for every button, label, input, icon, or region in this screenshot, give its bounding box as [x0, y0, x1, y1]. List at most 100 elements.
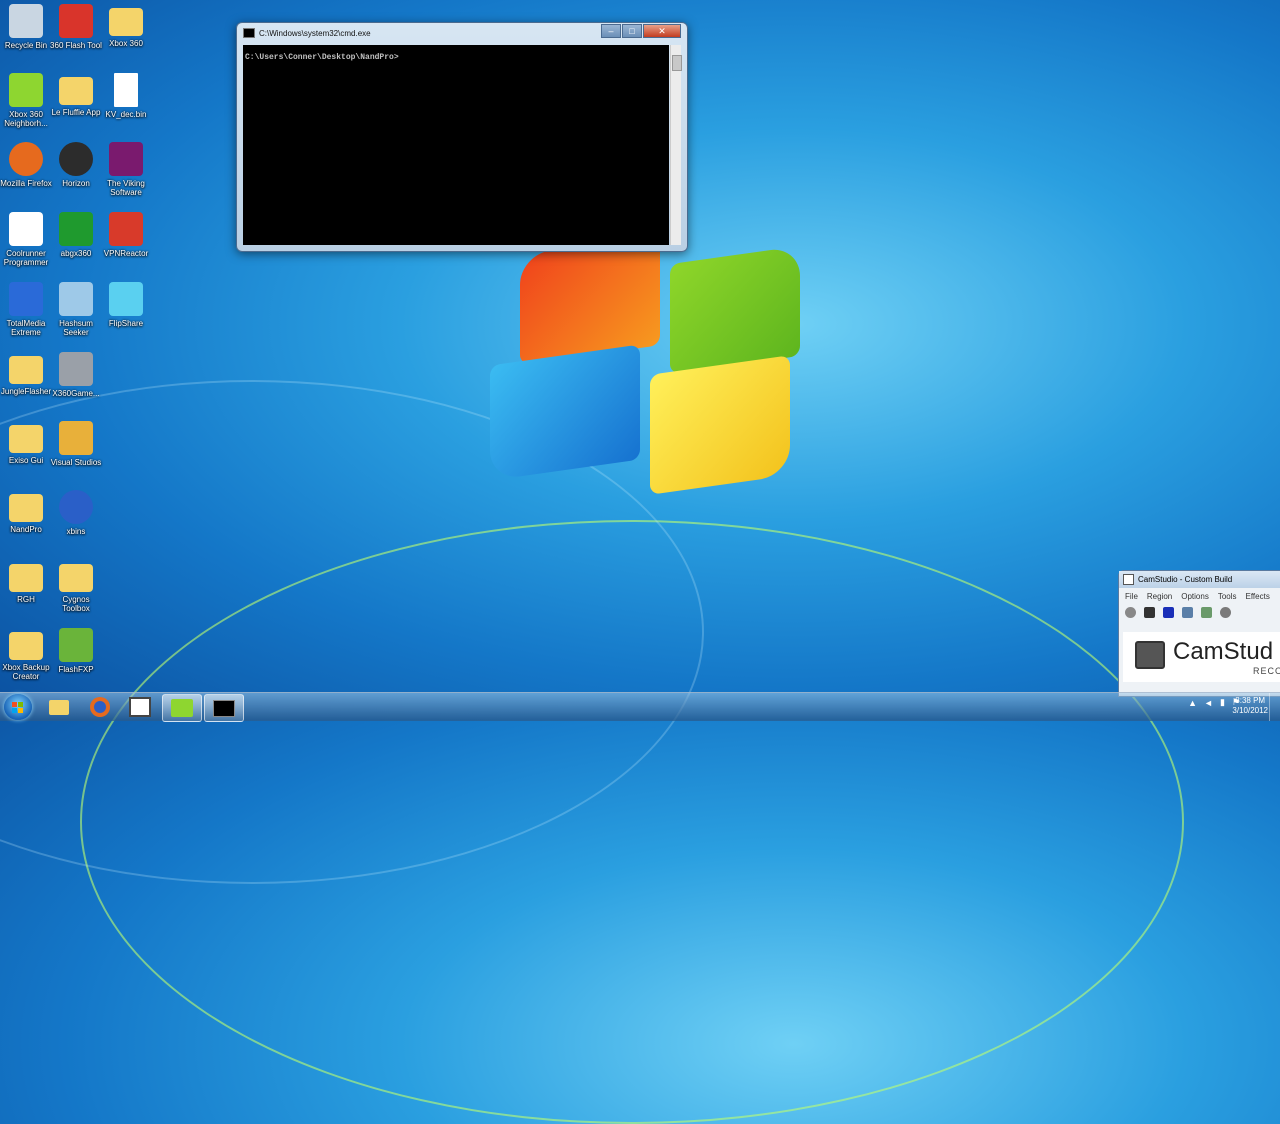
- maximize-button[interactable]: □: [622, 24, 642, 38]
- camstudio-toolbar: [1119, 605, 1280, 620]
- camstudio-titlebar[interactable]: CamStudio - Custom Build: [1119, 571, 1280, 588]
- vertical-scrollbar[interactable]: [670, 45, 682, 245]
- desktop-icon[interactable]: VPNReactor: [100, 212, 152, 258]
- desktop-icon[interactable]: KV_dec.bin: [100, 73, 152, 119]
- taskbar-xbox-neighborhood[interactable]: [162, 694, 202, 722]
- desktop-icon-label: Hashsum Seeker: [59, 319, 93, 337]
- desktop-icon[interactable]: Recycle Bin: [0, 4, 52, 50]
- camstudio-title: CamStudio - Custom Build: [1138, 575, 1233, 584]
- viking-icon: [109, 142, 143, 176]
- menu-file[interactable]: File: [1125, 592, 1138, 601]
- camstudio-menubar: File Region Options Tools Effects: [1119, 588, 1280, 605]
- desktop-icon-label: Coolrunner Programmer: [3, 249, 49, 267]
- desktop-icon[interactable]: Le Fluffie App: [50, 73, 102, 117]
- annotation-icon[interactable]: [1220, 607, 1231, 618]
- explorer-icon: [49, 699, 69, 715]
- desktop-icon[interactable]: Exiso Gui: [0, 421, 52, 465]
- flash-tool-icon: [59, 4, 93, 38]
- folder-icon: [9, 564, 43, 592]
- menu-tools[interactable]: Tools: [1218, 592, 1237, 601]
- desktop-icon[interactable]: Xbox 360 Neighborh...: [0, 73, 52, 128]
- cmd-icon: [243, 28, 255, 38]
- desktop-icon-label: Xbox Backup Creator: [2, 663, 50, 681]
- volume-icon[interactable]: ◄: [1204, 698, 1213, 708]
- menu-effects[interactable]: Effects: [1246, 592, 1270, 601]
- banner-name: CamStud: [1173, 638, 1274, 665]
- folder-icon: [9, 632, 43, 660]
- taskbar-window[interactable]: [121, 694, 159, 720]
- globe-icon: [59, 490, 93, 524]
- start-button[interactable]: [4, 694, 32, 720]
- vpn-icon: [109, 212, 143, 246]
- desktop-icon-label: Recycle Bin: [4, 41, 48, 50]
- desktop-icon[interactable]: Hashsum Seeker: [50, 282, 102, 337]
- firefox-icon: [9, 142, 43, 176]
- desktop-icon-label: 360 Flash Tool: [50, 41, 102, 50]
- game-tool-icon: [59, 352, 93, 386]
- start-logo-icon: [12, 702, 17, 707]
- desktop-icon[interactable]: JungleFlasher: [0, 352, 52, 396]
- minimize-button[interactable]: –: [601, 24, 621, 38]
- console-output[interactable]: C:\Users\Conner\Desktop\NandPro>: [243, 45, 669, 245]
- desktop-icon[interactable]: xbins: [50, 490, 102, 536]
- desktop-icon-label: FlipShare: [108, 319, 144, 328]
- desktop-icon-label: Le Fluffie App: [51, 108, 101, 117]
- network-icon[interactable]: ▮: [1220, 697, 1225, 708]
- folder-icon: [59, 564, 93, 592]
- pause-icon[interactable]: [1144, 607, 1155, 618]
- firefox-icon: [90, 697, 110, 717]
- region-icon[interactable]: [1182, 607, 1193, 618]
- desktop-icon-label: abgx360: [60, 249, 92, 258]
- scrollbar-thumb[interactable]: [672, 55, 682, 71]
- camera-icon: [1135, 641, 1165, 669]
- show-desktop-button[interactable]: [1269, 693, 1280, 721]
- camstudio-window[interactable]: CamStudio - Custom Build File Region Opt…: [1118, 570, 1280, 697]
- desktop-icon[interactable]: Coolrunner Programmer: [0, 212, 52, 267]
- folder-icon: [9, 494, 43, 522]
- start-logo-icon-part: [18, 708, 23, 713]
- xbox-neighborhood-icon: [171, 699, 193, 717]
- desktop-icon[interactable]: Xbox 360: [100, 4, 152, 48]
- desktop-icon[interactable]: FlashFXP: [50, 628, 102, 674]
- cmd-window[interactable]: C:\Windows\system32\cmd.exe – □ ✕ C:\Use…: [236, 22, 688, 252]
- clock[interactable]: 8:38 PM 3/10/2012: [1232, 696, 1268, 716]
- desktop-icon[interactable]: 360 Flash Tool: [50, 4, 102, 50]
- desktop-icon[interactable]: FlipShare: [100, 282, 152, 328]
- taskbar-cmd[interactable]: [204, 694, 244, 722]
- menu-options[interactable]: Options: [1181, 592, 1209, 601]
- desktop-icon[interactable]: The Viking Software: [100, 142, 152, 197]
- settings-icon[interactable]: [1201, 607, 1212, 618]
- desktop-icon[interactable]: Cygnos Toolbox: [50, 560, 102, 613]
- desktop-icon-label: Mozilla Firefox: [0, 179, 52, 188]
- menu-region[interactable]: Region: [1147, 592, 1172, 601]
- start-logo-icon-part: [18, 702, 23, 707]
- desktop-icon[interactable]: Xbox Backup Creator: [0, 628, 52, 681]
- xbox-neighborhood-icon: [9, 73, 43, 107]
- desktop-icon[interactable]: Visual Studios: [50, 421, 102, 467]
- stop-icon[interactable]: [1163, 607, 1174, 618]
- camstudio-icon: [1123, 574, 1134, 585]
- flashfxp-icon: [59, 628, 93, 662]
- desktop-icon-label: KV_dec.bin: [105, 110, 147, 119]
- taskbar-firefox[interactable]: [81, 694, 119, 720]
- desktop-icon[interactable]: X360Game...: [50, 352, 102, 398]
- desktop-icon[interactable]: RGH: [0, 560, 52, 604]
- clock-date: 3/10/2012: [1232, 706, 1268, 715]
- record-icon[interactable]: [1125, 607, 1136, 618]
- desktop-icon-label: NandPro: [10, 525, 42, 534]
- desktop-icon[interactable]: abgx360: [50, 212, 102, 258]
- desktop-icon[interactable]: Mozilla Firefox: [0, 142, 52, 188]
- desktop-icon[interactable]: TotalMedia Extreme: [0, 282, 52, 337]
- file-icon: [114, 73, 138, 107]
- desktop-icon-label: Xbox 360: [109, 39, 143, 48]
- folder-icon: [109, 8, 143, 36]
- visual-studio-icon: [59, 421, 93, 455]
- desktop-icon-label: TotalMedia Extreme: [6, 319, 46, 337]
- close-button[interactable]: ✕: [643, 24, 681, 38]
- desktop-icon-label: RGH: [17, 595, 35, 604]
- taskbar-explorer[interactable]: [40, 694, 78, 720]
- desktop-icon[interactable]: Horizon: [50, 142, 102, 188]
- desktop-icon[interactable]: NandPro: [0, 490, 52, 534]
- start-logo-icon-part: [12, 708, 17, 713]
- tray-arrow-icon[interactable]: ▲: [1188, 698, 1197, 708]
